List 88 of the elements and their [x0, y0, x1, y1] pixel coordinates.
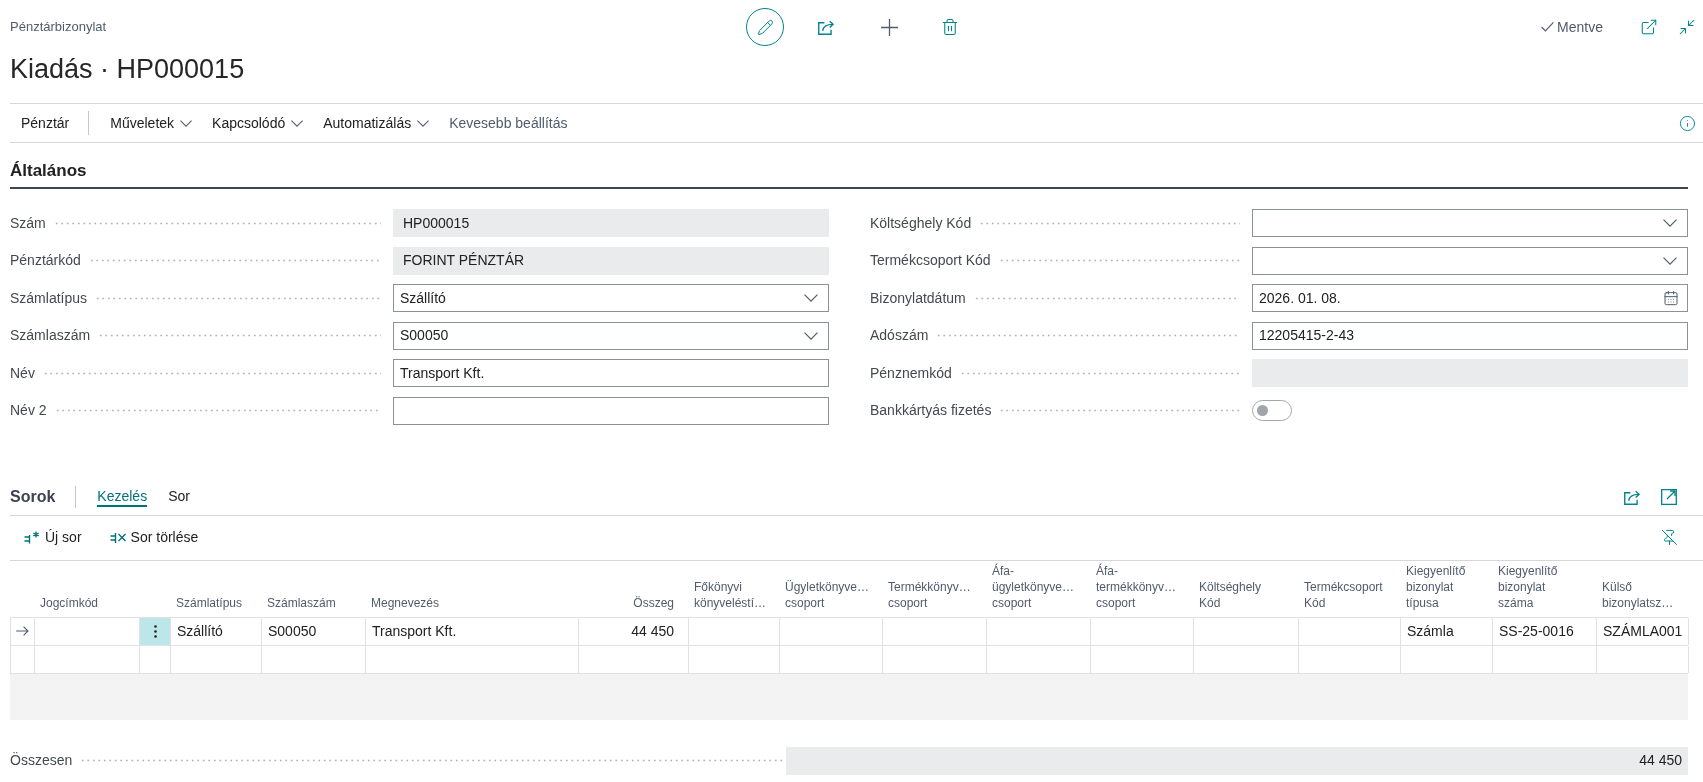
field-label: Termékcsoport Kód [870, 251, 991, 271]
table-cell: Transport Kft. [366, 617, 579, 645]
input-field[interactable] [393, 396, 829, 425]
field-label: Adószám [870, 326, 929, 346]
chevron-down-icon [804, 294, 818, 303]
table-cell: 44 450 [579, 617, 689, 645]
column-header[interactable]: Összeg [633, 594, 674, 611]
more-icon [153, 624, 157, 638]
dropdown-field[interactable]: S00050 [393, 321, 829, 350]
check-icon [1541, 22, 1555, 32]
menu-button[interactable]: Kapcsolódó [202, 104, 314, 142]
table-cell: Számla [1401, 617, 1493, 645]
collapse-icon [1678, 18, 1696, 36]
column-header[interactable]: Főkönyvi könyveléstí… [694, 578, 767, 611]
field-label: Számlaszám [10, 326, 91, 346]
column-header[interactable]: Kiegyenlítő bizonylat száma [1498, 562, 1558, 611]
column-header[interactable]: Jogcímkód [40, 594, 99, 611]
column-header[interactable]: Megnevezés [371, 594, 440, 611]
link-button[interactable]: Kevesebb beállítás [439, 104, 578, 142]
section-title: Sorok [10, 486, 56, 507]
column-header[interactable]: Áfa- termékkönyv… csoport [1096, 562, 1177, 611]
chevron-down-icon [417, 119, 430, 127]
arrow-right-icon [16, 626, 29, 637]
toggle-switch[interactable] [1252, 400, 1292, 422]
column-header[interactable]: Számlatípus [176, 594, 243, 611]
field-label: Név 2 [10, 401, 47, 421]
readonly-field: FORINT PÉNZTÁR [393, 246, 829, 275]
tab[interactable]: Kezelés [97, 487, 148, 508]
menu-button[interactable]: Pénztár [10, 104, 81, 142]
total-amount-field: 44 450 [786, 746, 1688, 775]
field-label: Összesen [10, 751, 73, 771]
field-label: Bankkártyás fizetés [870, 401, 992, 421]
menu-button[interactable]: Műveletek [100, 104, 203, 142]
field-label: Számlatípus [10, 288, 88, 308]
field-label: Szám [10, 213, 46, 233]
column-header[interactable]: Termékcsoport Kód [1304, 578, 1383, 611]
chevron-down-icon [804, 331, 818, 340]
field-label: Név [10, 363, 35, 383]
dropdown-field[interactable]: Szállító [393, 284, 829, 313]
column-header[interactable]: Termékkönyv… csoport [888, 578, 971, 611]
add-line-icon [24, 531, 40, 545]
saved-status: Mentve [1557, 17, 1603, 37]
input-field[interactable]: Transport Kft. [393, 359, 829, 388]
share-icon [817, 19, 835, 35]
external-link-icon [1640, 18, 1658, 36]
column-header[interactable]: Számlaszám [267, 594, 336, 611]
table-cell: SS-25-0016 [1493, 617, 1597, 645]
menu-button[interactable]: Automatizálás [313, 104, 440, 142]
date-field[interactable]: 2026. 01. 08. [1252, 284, 1688, 313]
column-header[interactable]: Költséghely Kód [1199, 578, 1262, 611]
table-cell: Szállító [171, 617, 262, 645]
new-line-button[interactable]: Új sor [14, 522, 92, 553]
page-caption: Pénztárbizonylat [10, 18, 107, 37]
unpin-icon [1660, 529, 1678, 547]
delete-line-button[interactable]: Sor törlése [99, 522, 209, 553]
tab[interactable]: Sor [168, 487, 190, 508]
expand-button[interactable] [1659, 486, 1679, 507]
chevron-down-icon [291, 119, 304, 127]
dropdown-field[interactable] [1252, 209, 1688, 237]
field-label: Pénznemkód [870, 363, 952, 383]
column-header[interactable]: Áfa- ügyletkönyve… csoport [992, 562, 1075, 611]
open-new-window-button[interactable] [1639, 17, 1659, 37]
info-icon[interactable] [1679, 114, 1696, 132]
column-header[interactable]: Ügyletkönyve… csoport [785, 578, 870, 611]
table-cell: S00050 [262, 617, 366, 645]
table-cell: SZÁMLA001 [1597, 617, 1689, 645]
calendar-icon[interactable] [1663, 290, 1679, 307]
input-field[interactable]: 12205415-2-43 [1252, 321, 1688, 350]
chevron-down-icon [180, 119, 193, 127]
dropdown-field[interactable] [1252, 246, 1688, 275]
chevron-down-icon [1663, 256, 1677, 265]
section-title: Általános [10, 161, 88, 181]
pin-button[interactable] [1659, 527, 1679, 548]
readonly-field: HP000015 [393, 209, 829, 237]
share-icon [1623, 488, 1641, 505]
trash-icon [941, 18, 959, 36]
field-label: Bizonylatdátum [870, 288, 966, 308]
field-label: Pénztárkód [10, 251, 81, 271]
field-label: Költséghely Kód [870, 213, 972, 233]
collapse-button[interactable] [1677, 17, 1697, 37]
chevron-down-icon [1663, 219, 1677, 227]
plus-icon [880, 18, 898, 36]
page-title: Kiadás · HP000015 [10, 54, 245, 84]
expand-icon [1661, 488, 1677, 505]
delete-line-icon [109, 531, 126, 544]
column-header[interactable]: Kiegyenlítő bizonylat típusa [1406, 562, 1466, 611]
column-header[interactable]: Külső bizonylatsz… [1602, 578, 1674, 611]
pencil-icon [756, 18, 774, 36]
